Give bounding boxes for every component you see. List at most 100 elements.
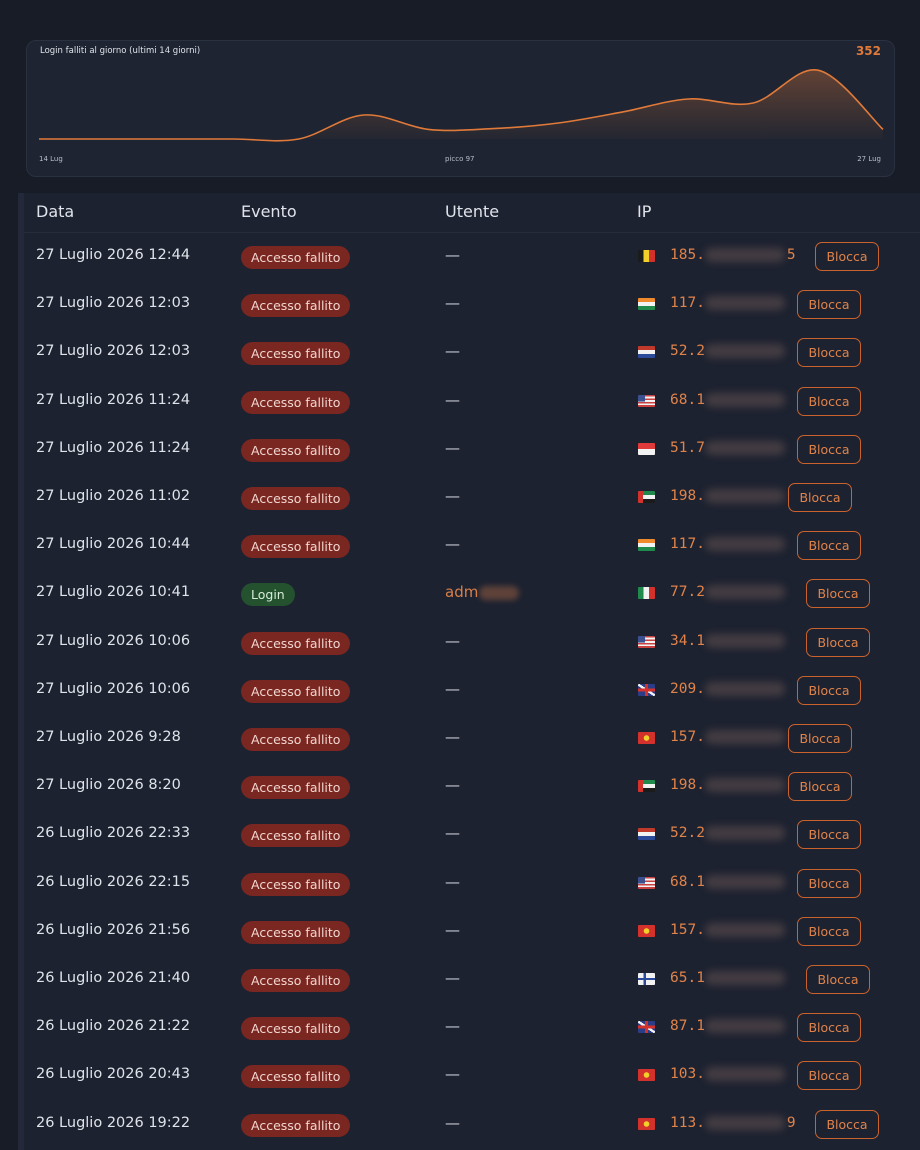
block-ip-button[interactable]: Blocca: [806, 579, 870, 609]
flag-us-icon: [638, 394, 655, 407]
ip-prefix: 87.1: [670, 1018, 705, 1035]
row-ip[interactable]: 34.1: [670, 633, 785, 649]
ip-prefix: 65.1: [670, 970, 705, 986]
header-event[interactable]: Evento: [241, 202, 297, 221]
ip-prefix: 157.: [670, 729, 705, 745]
block-ip-button[interactable]: Blocca: [788, 483, 852, 512]
row-ip[interactable]: 51.7: [670, 440, 785, 456]
table-row: 27 Luglio 2026 10:06 Accesso fallito — 209.…: [24, 667, 920, 715]
row-ip[interactable]: 65.1: [670, 970, 785, 986]
row-ip[interactable]: 77.2: [670, 584, 785, 600]
flag-ae-icon: [638, 491, 655, 503]
event-badge: Accesso fallito: [241, 728, 351, 751]
event-badge: Accesso fallito: [241, 969, 351, 992]
row-ip[interactable]: 87.1: [670, 1018, 785, 1034]
flag-nl-icon: [638, 346, 655, 359]
table-row: 27 Luglio 2026 10:44 Accesso fallito — 117.…: [24, 522, 920, 570]
row-ip[interactable]: 198.: [670, 488, 785, 504]
ip-tail: 9: [786, 1114, 796, 1131]
block-ip-button[interactable]: Blocca: [788, 724, 852, 753]
row-ip[interactable]: 117.: [670, 536, 785, 552]
block-ip-button[interactable]: Blocca: [797, 531, 861, 561]
row-date: 27 Luglio 2026 11:02: [36, 488, 191, 504]
row-user: —: [445, 776, 460, 794]
event-badge: Accesso fallito: [241, 872, 351, 896]
row-ip[interactable]: 157.: [670, 729, 785, 745]
redacted-username: [479, 585, 520, 600]
table-row: 27 Luglio 2026 10:41 Login adm 77.2 Blocca: [24, 570, 920, 618]
header-ip[interactable]: IP: [637, 202, 651, 221]
row-ip[interactable]: 198.: [670, 777, 785, 793]
event-badge: Accesso fallito: [241, 342, 351, 366]
block-ip-button[interactable]: Blocca: [806, 627, 870, 657]
block-ip-button[interactable]: Blocca: [797, 868, 861, 898]
ip-prefix: 157.: [670, 921, 705, 938]
user-text: —: [445, 342, 460, 361]
row-ip[interactable]: 68.1: [670, 874, 785, 890]
block-ip-button[interactable]: Blocca: [797, 916, 861, 946]
row-ip[interactable]: 52.2: [670, 343, 785, 359]
header-date[interactable]: Data: [36, 202, 74, 221]
block-ip-button[interactable]: Blocca: [797, 675, 861, 705]
chart-x-start-label: 14 Lug: [39, 155, 63, 163]
block-ip-button[interactable]: Blocca: [815, 242, 879, 271]
user-text: —: [445, 487, 460, 505]
row-user: —: [445, 246, 460, 264]
row-ip[interactable]: 103.: [670, 1066, 785, 1082]
row-ip[interactable]: 209.: [670, 681, 785, 697]
block-ip-button[interactable]: Blocca: [797, 338, 861, 368]
ip-prefix: 198.: [670, 777, 705, 794]
row-date: 27 Luglio 2026 11:24: [36, 439, 191, 456]
ip-prefix: 68.1: [670, 391, 705, 408]
row-user: —: [445, 1114, 460, 1132]
row-ip[interactable]: 185. 5: [670, 247, 796, 263]
access-log-table: Data Evento Utente IP 27 Luglio 2026 12:…: [18, 193, 920, 1150]
block-ip-button[interactable]: Blocca: [806, 965, 870, 994]
table-row: 27 Luglio 2026 12:03 Accesso fallito — 52.2…: [24, 329, 920, 377]
flag-be-icon: [638, 250, 655, 262]
block-ip-button[interactable]: Blocca: [797, 1013, 861, 1043]
block-ip-button[interactable]: Blocca: [797, 820, 861, 850]
table-row: 26 Luglio 2026 21:22 Accesso fallito — 87.1…: [24, 1004, 920, 1052]
ip-prefix: 34.1: [670, 632, 705, 649]
row-ip[interactable]: 157.: [670, 922, 785, 938]
row-date: 27 Luglio 2026 8:20: [36, 777, 181, 794]
ip-prefix: 52.2: [670, 343, 705, 360]
table-row: 26 Luglio 2026 19:22 Accesso fallito — 113.…: [24, 1101, 920, 1149]
block-ip-button[interactable]: Blocca: [797, 1061, 861, 1091]
event-badge: Accesso fallito: [241, 631, 351, 655]
flag-it-icon: [638, 587, 655, 600]
ip-prefix: 185.: [670, 247, 705, 263]
header-user[interactable]: Utente: [445, 202, 499, 221]
redacted-ip: [704, 344, 785, 359]
block-ip-button[interactable]: Blocca: [797, 386, 861, 416]
event-badge: Accesso fallito: [241, 246, 351, 269]
redacted-ip: [704, 681, 785, 696]
user-text: —: [445, 631, 460, 650]
flag-us-icon: [638, 635, 655, 648]
event-badge: Accesso fallito: [241, 390, 351, 414]
ip-prefix: 198.: [670, 488, 705, 504]
row-ip[interactable]: 68.1: [670, 392, 785, 408]
block-ip-button[interactable]: Blocca: [815, 1109, 879, 1139]
block-ip-button[interactable]: Blocca: [788, 772, 852, 802]
row-ip[interactable]: 113. 9: [670, 1115, 796, 1131]
user-text: —: [445, 728, 460, 746]
row-ip[interactable]: 117.: [670, 295, 785, 311]
ip-prefix: 117.: [670, 536, 705, 553]
event-badge: Login: [241, 583, 295, 607]
redacted-ip: [704, 440, 785, 455]
table-row: 27 Luglio 2026 11:24 Accesso fallito — 68.1…: [24, 378, 920, 426]
block-ip-button[interactable]: Blocca: [797, 434, 861, 464]
block-ip-button[interactable]: Blocca: [797, 290, 861, 320]
chart-total-count: 352: [855, 44, 881, 58]
row-user: —: [445, 439, 460, 457]
row-ip[interactable]: 52.2: [670, 825, 785, 841]
redacted-ip: [704, 778, 785, 793]
row-date: 27 Luglio 2026 10:41: [36, 584, 191, 601]
row-date: 27 Luglio 2026 10:06: [36, 632, 191, 649]
user-text: —: [445, 872, 460, 891]
redacted-ip: [704, 730, 785, 744]
table-row: 27 Luglio 2026 12:03 Accesso fallito — 117.…: [24, 281, 920, 329]
row-user: —: [445, 680, 460, 698]
